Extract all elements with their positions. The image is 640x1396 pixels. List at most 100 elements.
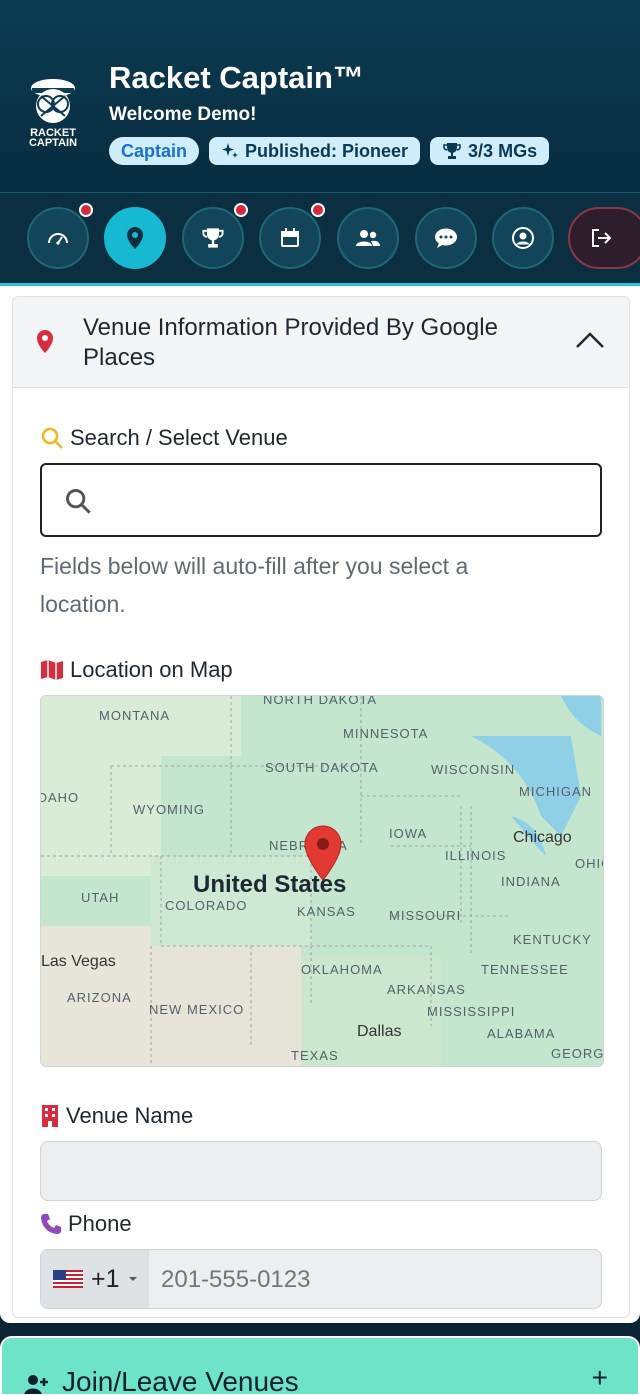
map-label-oklahoma: OKLAHOMA	[301, 962, 383, 977]
phone-icon	[41, 1214, 61, 1234]
venue-card-title: Venue Information Provided By Google Pla…	[83, 314, 498, 371]
search-venue-label: Search / Select Venue	[40, 425, 288, 451]
map-label-kansas: KANSAS	[297, 904, 356, 919]
search-icon	[66, 489, 91, 514]
mgs-badge-label: 3/3 MGs	[468, 140, 538, 161]
map-label-arkansas: ARKANSAS	[387, 982, 466, 997]
chat-icon	[435, 228, 457, 248]
users-icon	[356, 230, 380, 246]
role-badge-label: Captain	[121, 140, 188, 161]
map-label-alabama: ALABAMA	[487, 1026, 555, 1041]
country-code-value: +1	[91, 1264, 120, 1293]
map-label-chicago: Chicago	[513, 829, 572, 846]
phone-input[interactable]	[159, 1260, 583, 1300]
map-label-tennessee: TENNESSEE	[481, 962, 569, 977]
map-label-dallas: Dallas	[357, 1023, 401, 1040]
join-leave-venues-title: Join/Leave Venues	[62, 1366, 299, 1396]
map-label-las-vegas: Las Vegas	[41, 953, 116, 970]
role-badge: Captain	[109, 137, 200, 165]
join-leave-venues-header[interactable]: Join/Leave Venues +	[0, 1336, 640, 1396]
gauge-icon	[48, 233, 68, 245]
map-canvas: NORTH DAKOTA MONTANA MINNESOTA SOUTH DAK…	[41, 696, 603, 1066]
user-plus-icon	[24, 1375, 48, 1394]
venue-name-field[interactable]	[40, 1141, 602, 1201]
venue-card-panel: Venue Information Provided By Google Pla…	[12, 296, 630, 1318]
app-header: RACKET CAPTAIN Racket Captain™ Welcome D…	[0, 0, 640, 193]
racket-captain-logo-icon	[31, 79, 75, 123]
phone-label-text: Phone	[68, 1211, 132, 1236]
venue-card: Venue Information Provided By Google Pla…	[0, 286, 640, 1323]
nav-people-button[interactable]	[337, 207, 399, 269]
map-label-colorado: COLORADO	[165, 898, 247, 913]
building-icon	[42, 1105, 58, 1127]
nav-dashboard-button[interactable]	[27, 203, 93, 269]
map-label-minnesota: MINNESOTA	[343, 726, 428, 741]
phone-label: Phone	[40, 1211, 132, 1237]
expand-toggle-icon[interactable]: +	[592, 1362, 608, 1394]
search-venue-label-text: Search / Select Venue	[70, 425, 288, 450]
sparkle-icon	[222, 143, 239, 158]
country-code-select[interactable]: +1	[41, 1250, 149, 1308]
trophy-icon	[202, 228, 224, 248]
map-label-georgia: GEORGIA	[551, 1046, 603, 1061]
nav-messages-button[interactable]	[415, 207, 477, 269]
map-label-illinois: ILLINOIS	[445, 848, 506, 863]
map-label-arizona: ARIZONA	[67, 990, 132, 1005]
venue-name-label-text: Venue Name	[66, 1103, 194, 1128]
caret-down-icon	[128, 1277, 137, 1281]
nav-trophies-button[interactable]	[182, 203, 248, 269]
us-flag-icon	[53, 1270, 83, 1288]
phone-field: +1	[40, 1249, 602, 1309]
map-label-wyoming: WYOMING	[133, 802, 205, 817]
map-label-south-dakota: SOUTH DAKOTA	[265, 760, 379, 775]
map-label-missouri: MISSOURI	[389, 908, 461, 923]
venue-card-header[interactable]: Venue Information Provided By Google Pla…	[13, 297, 629, 388]
main-nav	[0, 193, 640, 286]
map-label-north-dakota: NORTH DAKOTA	[263, 696, 377, 707]
mgs-badge: 3/3 MGs	[430, 137, 550, 165]
nav-venues-button[interactable]	[104, 207, 166, 269]
published-badge-label: Published: Pioneer	[245, 140, 409, 161]
map-label: Location on Map	[40, 657, 233, 683]
map-label-iowa: IOWA	[389, 826, 427, 841]
alert-dot	[311, 203, 325, 217]
badge-row: Captain Published: Pioneer 3/3 MGs	[109, 137, 550, 165]
chevron-up-icon[interactable]	[575, 331, 605, 349]
venue-name-label: Venue Name	[40, 1103, 193, 1129]
venue-search-input[interactable]	[112, 479, 586, 525]
map-label-wisconsin: WISCONSIN	[431, 762, 515, 777]
map-label-indiana: INDIANA	[501, 874, 561, 889]
map-label-text: Location on Map	[70, 657, 233, 682]
venue-search-box[interactable]	[40, 463, 602, 537]
map-label-idaho: IDAHO	[41, 790, 79, 805]
logo-text-line2: CAPTAIN	[28, 137, 78, 149]
logout-icon	[592, 229, 612, 247]
alert-dot	[79, 203, 93, 217]
welcome-text: Welcome Demo!	[109, 104, 257, 125]
map-label-kentucky: KENTUCKY	[513, 932, 592, 947]
main-content: Venue Information Provided By Google Pla…	[0, 286, 640, 1396]
map-label-ohio: OHIO	[575, 856, 603, 871]
nav-calendar-button[interactable]	[259, 203, 325, 269]
map-label-new-mexico: NEW MEXICO	[149, 1002, 244, 1017]
map-pin-icon	[37, 330, 53, 353]
autofill-help-text: Fields below will auto-fill after you se…	[40, 553, 469, 617]
trophy-icon	[443, 143, 461, 159]
nav-profile-button[interactable]	[492, 207, 554, 269]
map-label-michigan: MICHIGAN	[519, 784, 592, 799]
map-label-montana: MONTANA	[99, 708, 170, 723]
nav-logout-button[interactable]	[568, 207, 640, 269]
map-label-texas: TEXAS	[291, 1048, 339, 1063]
map-label-mississippi: MISSISSIPPI	[427, 1004, 515, 1019]
calendar-icon	[281, 228, 299, 247]
app-logo: RACKET CAPTAIN	[24, 74, 82, 152]
map-icon	[41, 660, 63, 680]
logo-text: RACKET CAPTAIN	[24, 128, 82, 149]
search-icon	[41, 427, 63, 449]
user-circle-icon	[512, 227, 534, 249]
location-map[interactable]: NORTH DAKOTA MONTANA MINNESOTA SOUTH DAK…	[40, 695, 604, 1067]
published-badge: Published: Pioneer	[209, 137, 421, 165]
app-title: Racket Captain™	[109, 60, 364, 95]
alert-dot	[234, 203, 248, 217]
map-label-utah: UTAH	[81, 890, 119, 905]
